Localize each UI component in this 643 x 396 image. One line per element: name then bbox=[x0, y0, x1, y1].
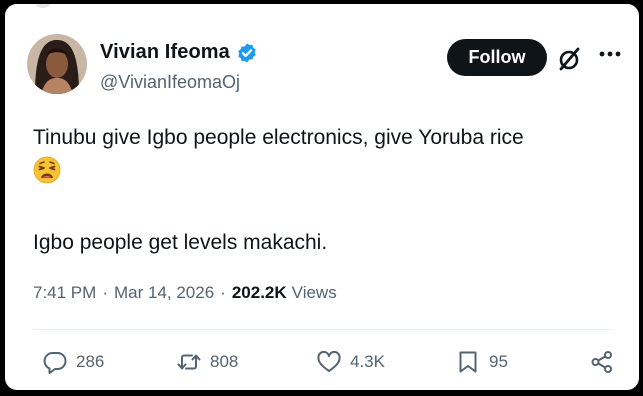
tweet-time[interactable]: 7:41 PM bbox=[33, 283, 96, 303]
separator-dot: · bbox=[220, 283, 226, 302]
repost-button[interactable]: 808 bbox=[176, 349, 238, 375]
weary-face-emoji bbox=[33, 156, 61, 184]
bookmark-button[interactable]: 95 bbox=[455, 349, 508, 375]
tweet-text-line-1: Tinubu give Igbo people electronics, giv… bbox=[33, 126, 524, 149]
grok-icon[interactable] bbox=[556, 46, 582, 72]
previous-card-edge bbox=[33, 4, 53, 8]
more-options-icon[interactable] bbox=[599, 50, 621, 58]
tweet-card: Vivian Ifeoma @VivianIfeomaOj Follow Tin… bbox=[5, 4, 639, 390]
bookmark-icon bbox=[459, 351, 477, 373]
repost-icon bbox=[177, 354, 201, 370]
tweet-date[interactable]: Mar 14, 2026 bbox=[114, 283, 214, 303]
author-name[interactable]: Vivian Ifeoma bbox=[100, 41, 230, 64]
author-name-row: Vivian Ifeoma bbox=[100, 41, 258, 64]
divider bbox=[33, 329, 613, 330]
like-button[interactable]: 4.3K bbox=[316, 349, 385, 375]
heart-icon bbox=[317, 350, 341, 372]
reply-icon bbox=[43, 352, 67, 374]
verified-badge-icon bbox=[238, 42, 256, 63]
share-button[interactable] bbox=[589, 349, 615, 375]
separator-dot: · bbox=[102, 283, 108, 302]
bookmark-count: 95 bbox=[489, 352, 508, 371]
reply-count: 286 bbox=[76, 352, 105, 371]
views-label: Views bbox=[291, 283, 337, 302]
top-edge bbox=[5, 4, 639, 14]
tweet-meta: 7:41 PM · Mar 14, 2026 · 202.2K Views bbox=[33, 283, 337, 303]
share-icon bbox=[591, 351, 612, 373]
avatar[interactable] bbox=[27, 34, 87, 94]
repost-count: 808 bbox=[210, 352, 239, 371]
author-handle[interactable]: @VivianIfeomaOj bbox=[100, 72, 240, 93]
views-count: 202.2K bbox=[231, 283, 287, 302]
tweet-text-line-2: Igbo people get levels makachi. bbox=[33, 231, 328, 254]
like-count: 4.3K bbox=[350, 352, 385, 371]
follow-button[interactable]: Follow bbox=[447, 39, 547, 76]
reply-button[interactable]: 286 bbox=[42, 349, 104, 375]
